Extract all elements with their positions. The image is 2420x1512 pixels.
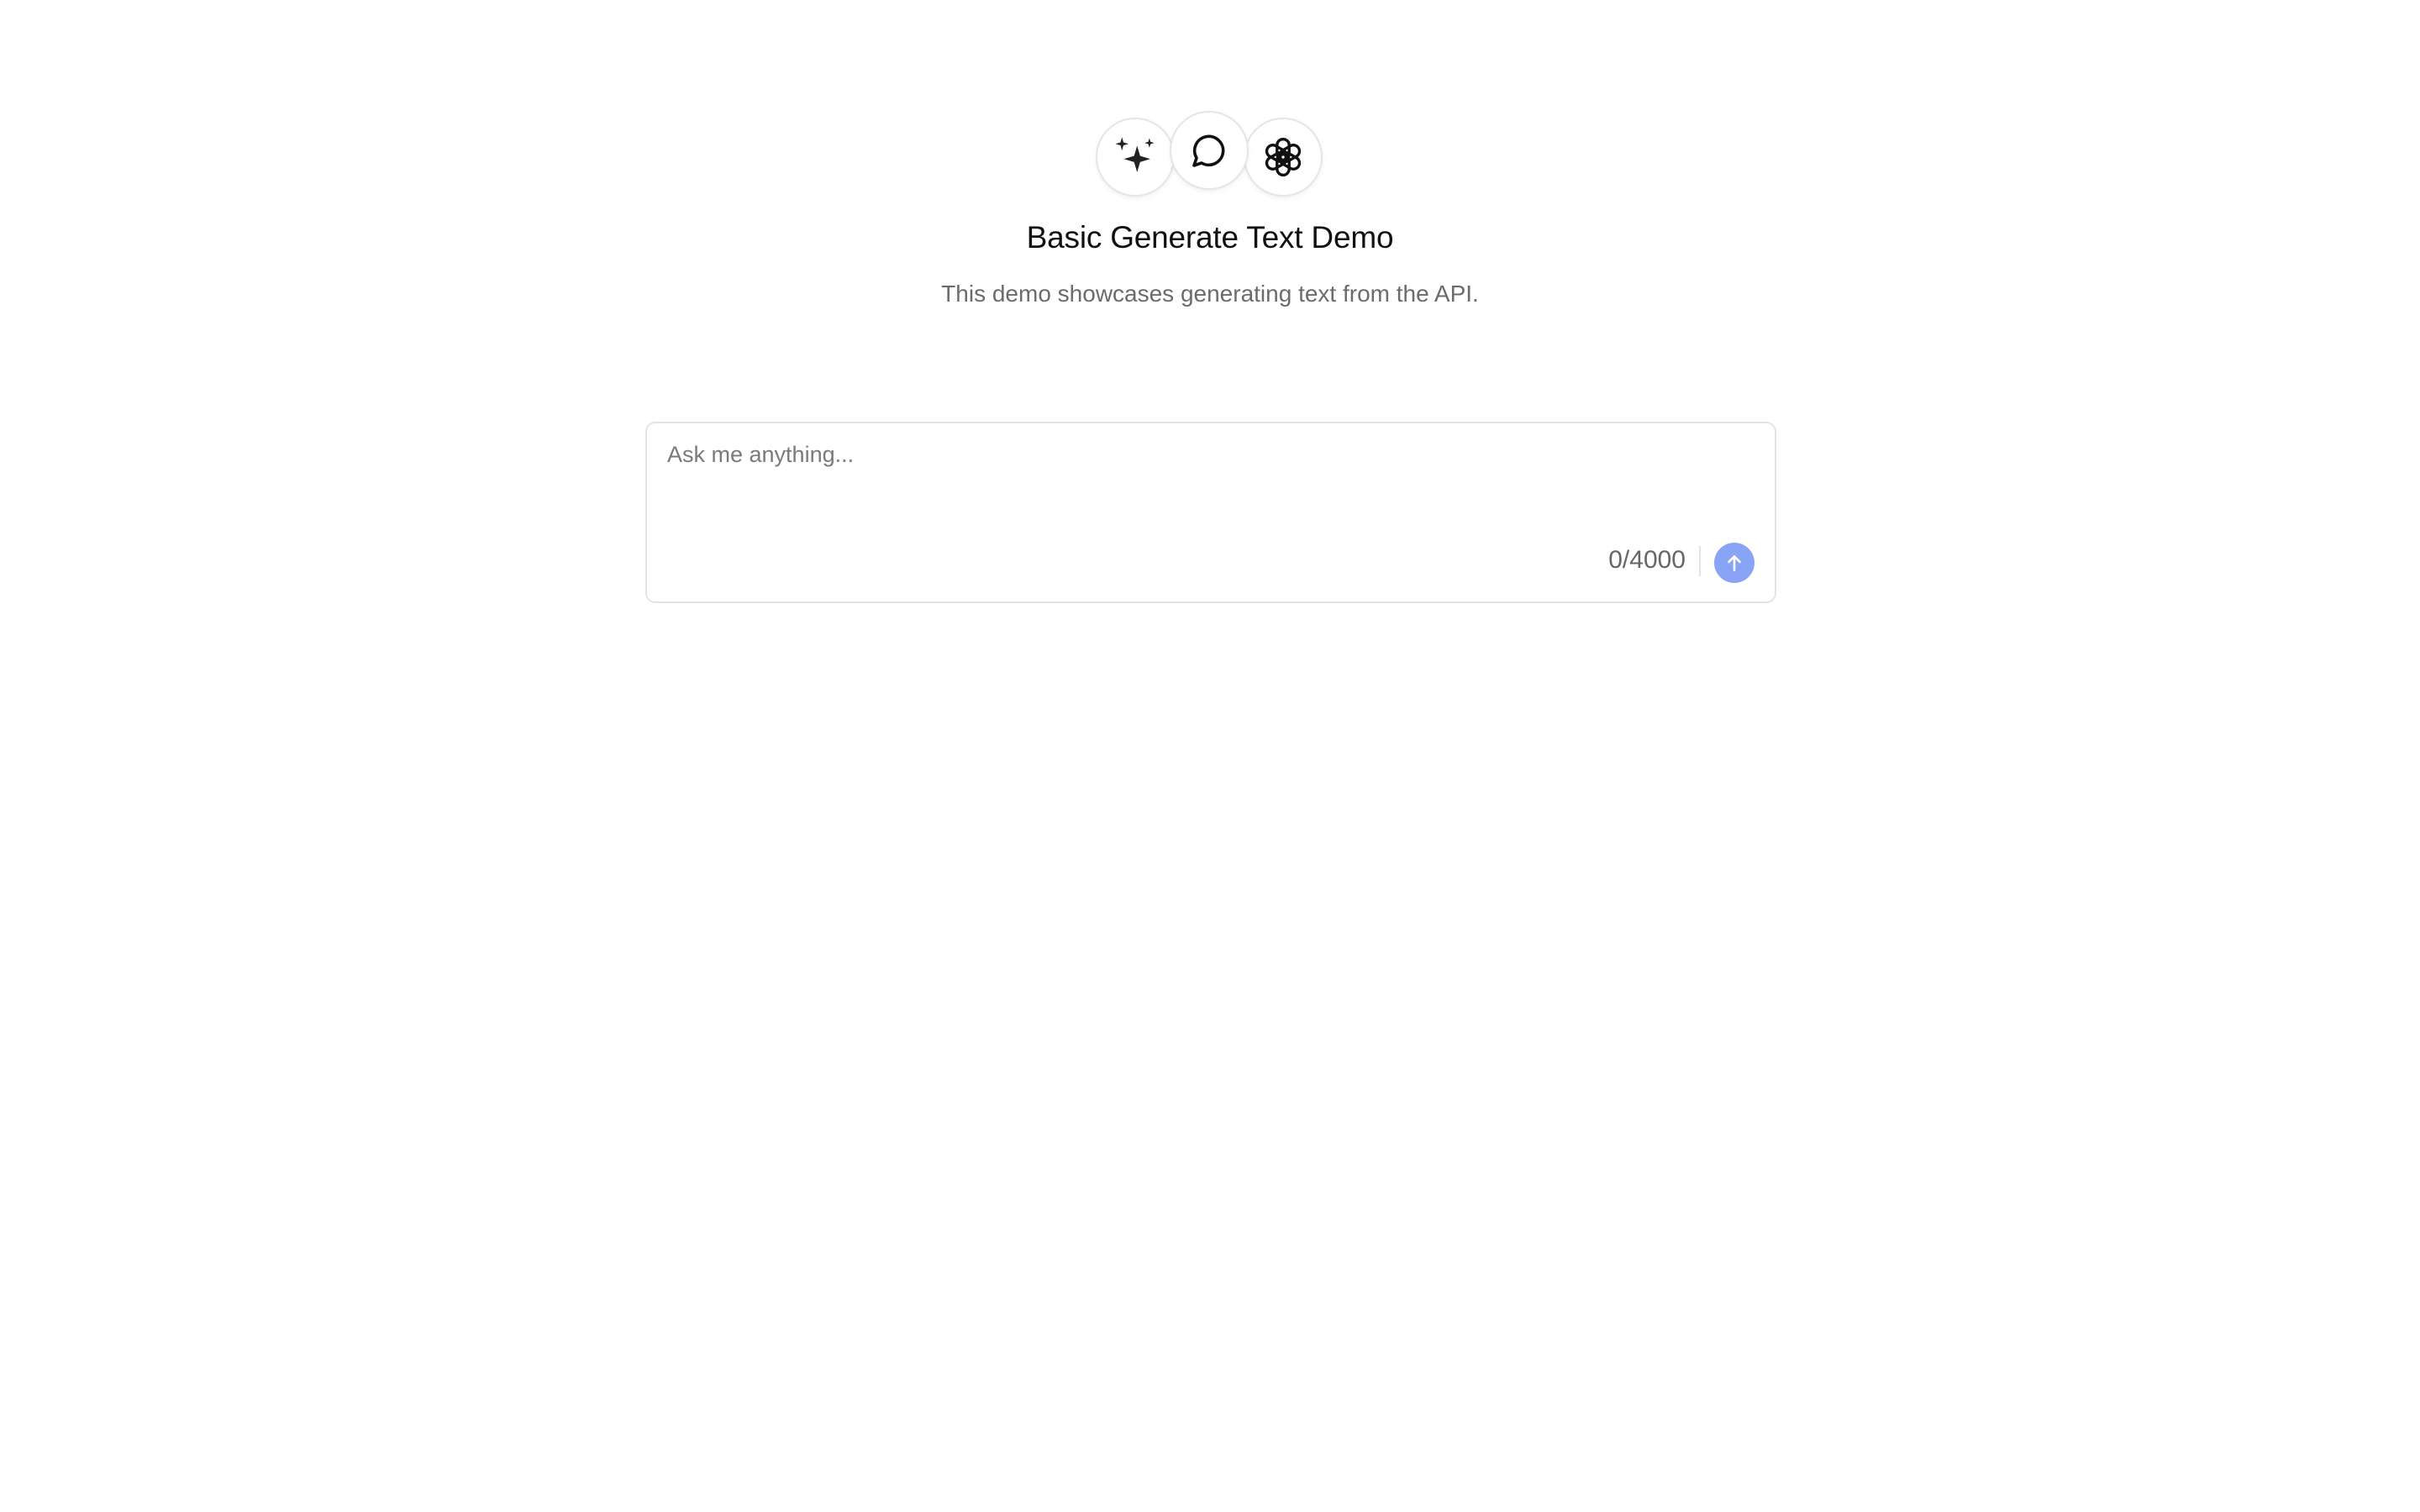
openai-logo-icon	[1265, 137, 1302, 177]
page-title: Basic Generate Text Demo	[1026, 220, 1394, 255]
page: Basic Generate Text Demo This demo showc…	[0, 0, 2420, 1512]
prompt-input[interactable]	[667, 442, 1751, 509]
header-icon-group	[0, 111, 2420, 203]
sparkles-icon-badge	[1096, 118, 1175, 197]
chat-bubble-icon	[1192, 134, 1225, 167]
chat-bubble-icon-badge	[1170, 111, 1249, 190]
counter-divider	[1699, 546, 1701, 576]
prompt-composer: 0/4000	[645, 422, 1776, 603]
page-subtitle: This demo showcases generating text from…	[941, 281, 1479, 307]
send-button[interactable]	[1714, 543, 1754, 583]
openai-logo-icon-badge	[1244, 118, 1323, 197]
arrow-up-icon	[1728, 555, 1741, 571]
sparkles-icon	[1115, 137, 1155, 172]
character-counter: 0/4000	[1608, 546, 1686, 574]
